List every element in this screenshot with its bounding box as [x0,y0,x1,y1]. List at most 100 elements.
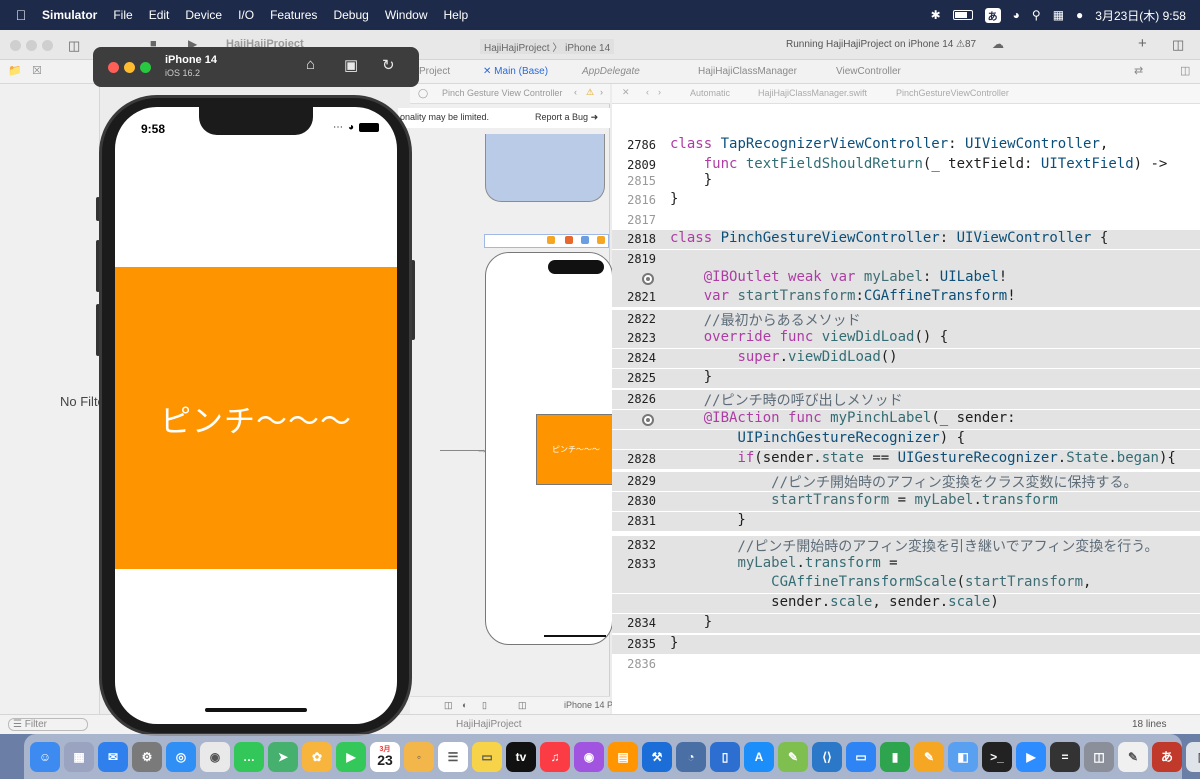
dock-apple-tv-icon[interactable]: tv [506,741,536,772]
inspector-toggle-icon[interactable]: ◫ [1172,37,1184,53]
dock-preview-icon[interactable]: ◧ [948,741,978,772]
menu-device[interactable]: Device [177,8,230,22]
dock-textedit-icon[interactable]: ✎ [1118,741,1148,772]
folder-icon[interactable]: 📁 [8,64,22,77]
menu-app-name[interactable]: Simulator [34,8,105,22]
sim-minimize-button[interactable] [124,62,135,73]
dock-system-settings-icon[interactable]: ⚙ [132,741,162,772]
line-number[interactable]: 2826 [612,392,656,406]
tab-project[interactable]: Project [419,66,450,77]
pinch-label[interactable]: ピンチ〜〜〜 [115,267,397,569]
control-center-icon[interactable]: ▦ [1053,8,1064,22]
code-line[interactable]: 2836 [612,655,1200,674]
code-line[interactable]: 2824 super.viewDidLoad() [612,349,1200,368]
line-number[interactable]: 2833 [612,557,656,571]
dock-safari-icon[interactable]: ◎ [166,741,196,772]
dock-pencil-app-icon[interactable]: ✎ [778,741,808,772]
first-responder-icon[interactable] [565,236,573,244]
menu-window[interactable]: Window [377,8,436,22]
menu-file[interactable]: File [105,8,140,22]
dock-notes-icon[interactable]: ▭ [472,741,502,772]
refresh-icon[interactable]: ⇄ [1134,64,1143,77]
simulator-title-bar[interactable]: iPhone 14 iOS 16.2 ⌂ ▣ ↻ [93,47,419,87]
code-line[interactable]: 2819 [612,250,1200,269]
outlet-connection-icon[interactable] [642,414,654,426]
dock-trash-icon[interactable]: ▯ [1186,741,1200,772]
sidebar-toggle-icon[interactable]: ◫ [68,38,80,54]
code-line[interactable]: 2815 } [612,172,1200,191]
zoom-window-button[interactable] [42,40,53,51]
dock-simulator-icon[interactable]: ▯ [710,741,740,772]
dock-finder-icon[interactable]: ☺ [30,741,60,772]
siri-icon[interactable]: ● [1076,8,1083,22]
close-tab-icon[interactable]: ✕ [483,66,494,77]
home-icon[interactable]: ⌂ [306,56,315,73]
scm-icon[interactable]: ☒ [32,64,42,77]
input-method-icon[interactable]: あ [984,7,1001,23]
line-number[interactable]: 2819 [612,252,656,266]
scheme-selector[interactable]: HajiHajiProject 〉 iPhone 14 [480,39,615,54]
appearance-icon[interactable]: ◐ [462,700,467,710]
dock-books-icon[interactable]: ▤ [608,741,638,772]
tab-classmanager[interactable]: HajiHajiClassManager [698,66,797,77]
line-number[interactable]: 2786 [612,138,656,152]
view-controller-icon[interactable] [547,236,555,244]
dock-vscode-icon[interactable]: ⟨⟩ [812,741,842,772]
jump-file[interactable]: HajiHajiClassManager.swift [758,88,867,98]
dock-terminal-icon[interactable]: >_ [982,741,1012,772]
wifi-icon[interactable]: ◕ [1013,8,1020,22]
code-line[interactable]: @IBOutlet weak var myLabel: UILabel! [612,269,1200,288]
dock-mail-icon[interactable]: ✉ [98,741,128,772]
scene-dock-bar[interactable] [484,234,609,248]
rotate-icon[interactable]: ↻ [382,56,395,74]
code-line[interactable]: @IBAction func myPinchLabel(_ sender: [612,410,1200,429]
line-number[interactable]: 2816 [612,193,656,207]
ib-nav-left-icon[interactable]: ‹ [574,87,577,97]
code-line[interactable]: 2825 } [612,369,1200,388]
document-outline-icon[interactable]: ◫ [444,700,453,711]
code-line[interactable]: 2826 //ピンチ時の呼び出しメソッド [612,390,1200,409]
menu-io[interactable]: I/O [230,8,262,22]
dock-reminders-icon[interactable]: ☰ [438,741,468,772]
dock-input-method-icon[interactable]: あ [1152,741,1182,772]
canvas-adjust-icon[interactable]: ◫ [518,700,527,711]
dock-podcasts-icon[interactable]: ◉ [574,741,604,772]
dock-facetime-icon[interactable]: ▶ [336,741,366,772]
sim-close-button[interactable] [108,62,119,73]
line-number[interactable]: 2830 [612,494,656,508]
dock-photos-icon[interactable]: ✿ [302,741,332,772]
minimize-window-button[interactable] [26,40,37,51]
editor-jump-bar[interactable]: ✕ ‹ › Automatic HajiHajiClassManager.swi… [612,84,1200,104]
menu-clock[interactable]: 3月23日(木) 9:58 [1095,7,1186,24]
line-number[interactable]: 2836 [612,657,656,671]
line-number[interactable]: 2835 [612,637,656,651]
line-number[interactable]: 2815 [612,174,656,188]
sim-zoom-button[interactable] [140,62,151,73]
line-number[interactable]: 2822 [612,312,656,326]
segue-arrow-icon[interactable]: → [476,442,488,456]
menu-features[interactable]: Features [262,8,325,22]
interface-builder-canvas[interactable]: ピンチ〜〜〜 → ◫ ◐ ▯ ◫ iPhone 14 P [410,84,616,714]
dock-xcode-icon[interactable]: ⚒ [642,741,672,772]
dock-numbers-icon[interactable]: ▮ [880,741,910,772]
dock-messages-icon[interactable]: … [234,741,264,772]
line-number[interactable]: 2818 [612,232,656,246]
storyboard-label[interactable]: ピンチ〜〜〜 [536,414,616,485]
code-line[interactable]: 2822 //最初からあるメソッド [612,310,1200,329]
bluetooth-icon[interactable]: ✱ [931,8,941,22]
nav-back-icon[interactable]: ‹ [646,87,649,97]
device-selector[interactable]: iPhone 14 P [564,700,613,710]
tab-viewcontroller[interactable]: ViewController [836,66,901,77]
code-line[interactable]: sender.scale, sender.scale) [612,594,1200,613]
ib-warning-icon[interactable]: ⚠ [586,87,594,98]
code-line[interactable]: 2828 if(sender.state == UIGestureRecogni… [612,450,1200,469]
code-line[interactable]: 2829 //ピンチ開始時のアフィン変換をクラス変数に保持する。 [612,472,1200,491]
iphone-screen[interactable]: 9:58 ⋯ ◕ ピンチ〜〜〜 [115,107,397,724]
code-editor[interactable]: ✕ ‹ › Automatic HajiHajiClassManager.swi… [612,84,1200,714]
code-line[interactable]: CGAffineTransformScale(startTransform, [612,574,1200,593]
outlet-connection-icon[interactable] [642,273,654,285]
dock-maps-icon[interactable]: ➤ [268,741,298,772]
dock-chrome-icon[interactable]: ◉ [200,741,230,772]
dock-keynote-icon[interactable]: ▭ [846,741,876,772]
dock-zoom-icon[interactable]: ▶ [1016,741,1046,772]
